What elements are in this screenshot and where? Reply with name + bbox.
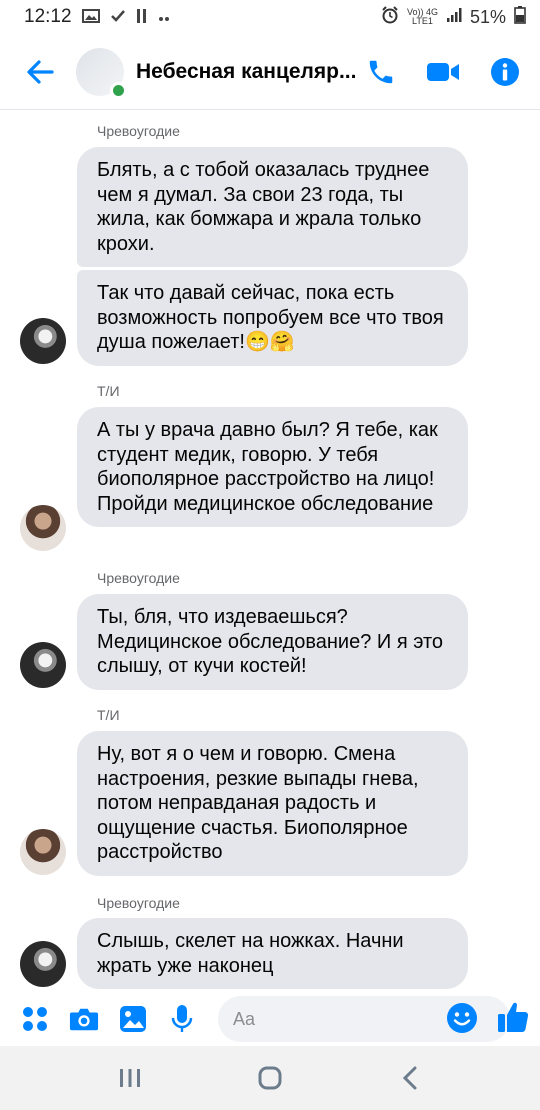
- online-status-dot: [110, 81, 127, 99]
- message-bubble[interactable]: Блять, а с тобой оказалась труднее чем я…: [77, 147, 468, 267]
- status-time: 12:12: [24, 6, 72, 27]
- sender-avatar[interactable]: [20, 941, 66, 987]
- back-arrow-icon[interactable]: [22, 54, 58, 90]
- emoji-icon[interactable]: [446, 1002, 478, 1034]
- header-actions: [366, 57, 520, 87]
- gallery-icon[interactable]: [118, 1004, 148, 1034]
- microphone-icon[interactable]: [167, 1004, 197, 1034]
- network-label: Vo)) 4G LTE1: [407, 8, 438, 26]
- hugging-emoji: 🤗: [269, 331, 295, 353]
- message-bubble[interactable]: Ты, бля, что издеваешься? Медицинское об…: [77, 594, 468, 690]
- network-bottom: LTE1: [412, 16, 433, 26]
- message-text: А ты у врача давно был? Я тебе, как студ…: [97, 419, 438, 515]
- sender-avatar[interactable]: [20, 642, 66, 688]
- status-left: 12:12: [24, 6, 170, 28]
- alarm-icon: [381, 6, 399, 28]
- system-navbar: [0, 1046, 540, 1110]
- info-icon[interactable]: [490, 57, 520, 87]
- message-text: Блять, а с тобой оказалась труднее чем я…: [97, 159, 430, 255]
- message-bubble[interactable]: Слышь, скелет на ножках. Начни жрать уже…: [77, 918, 468, 989]
- message-text: Ну, вот я о чем и говорю. Смена настроен…: [97, 743, 419, 863]
- sender-avatar[interactable]: [20, 318, 66, 364]
- message-list[interactable]: Чревоугодие Блять, а с тобой оказалась т…: [0, 111, 540, 991]
- battery-percent: 51%: [469, 6, 506, 27]
- grinning-emoji: 😁: [244, 331, 270, 353]
- app-notification-icon: [136, 8, 148, 27]
- recent-apps-icon[interactable]: [110, 1058, 150, 1098]
- chat-header: Небесная канцеляр...: [0, 34, 540, 110]
- chat-avatar[interactable]: [76, 47, 127, 99]
- check-notification-icon: [110, 9, 126, 26]
- menu-dots-icon[interactable]: [20, 1004, 50, 1034]
- gallery-notification-icon: [81, 8, 100, 26]
- sender-name: Т/И: [97, 383, 120, 399]
- home-icon[interactable]: [250, 1058, 290, 1098]
- status-right: Vo)) 4G LTE1 51%: [381, 6, 526, 28]
- sender-name: Чревоугодие: [97, 570, 180, 586]
- chat-title[interactable]: Небесная канцеляр...: [136, 60, 362, 84]
- message-bubble[interactable]: А ты у врача давно был? Я тебе, как студ…: [77, 407, 468, 527]
- sender-avatar[interactable]: [20, 505, 66, 551]
- thumbs-up-icon[interactable]: [496, 1000, 530, 1034]
- battery-icon: [514, 6, 526, 28]
- message-bubble[interactable]: Так что давай сейчас, пока есть возможно…: [77, 270, 468, 366]
- status-bar: 12:12 Vo)) 4G LTE1 51%: [0, 0, 540, 34]
- video-camera-icon[interactable]: [426, 60, 460, 84]
- sender-name: Чревоугодие: [97, 895, 180, 911]
- message-text: Слышь, скелет на ножках. Начни жрать уже…: [97, 930, 404, 977]
- more-notifications-icon: [158, 9, 170, 25]
- sender-name: Т/И: [97, 707, 120, 723]
- back-icon[interactable]: [390, 1058, 430, 1098]
- message-bubble[interactable]: Ну, вот я о чем и говорю. Смена настроен…: [77, 731, 468, 876]
- camera-icon[interactable]: [69, 1004, 99, 1034]
- sender-avatar[interactable]: [20, 829, 66, 875]
- sender-name: Чревоугодие: [97, 123, 180, 139]
- phone-icon[interactable]: [366, 57, 396, 87]
- signal-icon: [446, 7, 462, 27]
- message-composer: [0, 992, 540, 1046]
- message-text: Ты, бля, что издеваешься? Медицинское об…: [97, 606, 444, 677]
